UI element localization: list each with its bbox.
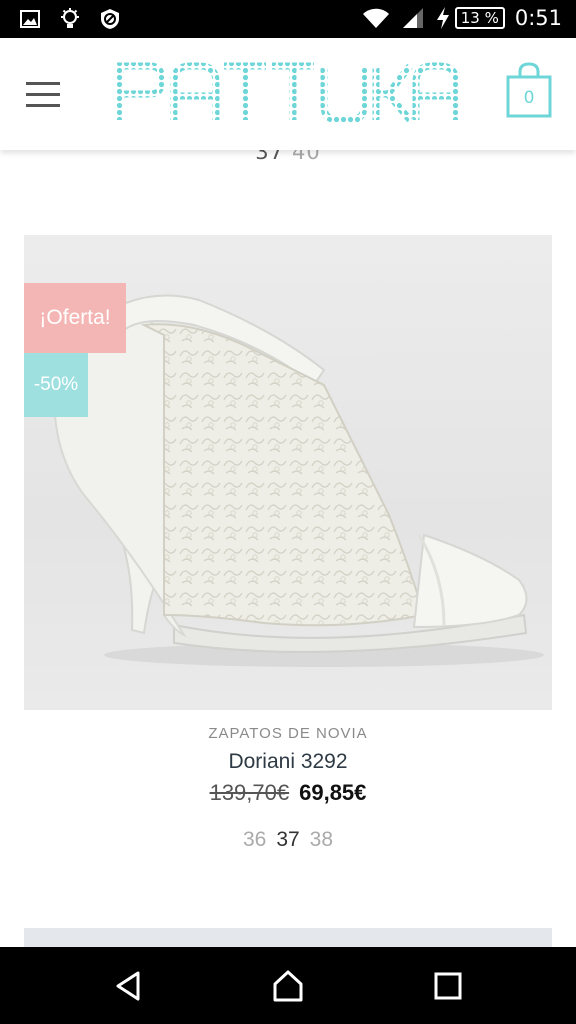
offer-badge: ¡Oferta! — [24, 283, 126, 353]
lightbulb-icon — [61, 8, 79, 28]
charging-icon — [436, 7, 449, 29]
gallery-icon — [20, 10, 40, 28]
size-list: 36 37 38 — [0, 828, 576, 852]
original-price: 139,70€ — [209, 780, 290, 805]
back-icon[interactable] — [112, 969, 146, 1003]
navigation-bar — [0, 947, 576, 1024]
clock: 0:51 — [514, 6, 562, 30]
home-icon[interactable] — [271, 969, 305, 1003]
product-image[interactable]: ¡Oferta! -50% — [24, 235, 552, 710]
product-category[interactable]: ZAPATOS DE NOVIA — [0, 725, 576, 742]
size-option[interactable]: 40 — [292, 150, 321, 164]
size-option[interactable]: 37 — [276, 828, 299, 852]
sale-price: 69,85€ — [299, 780, 367, 805]
blocked-icon — [101, 9, 119, 29]
battery-indicator: 13 % — [435, 6, 505, 30]
discount-badge: -50% — [24, 353, 88, 417]
product-price: 139,70€ 69,85€ — [0, 780, 576, 806]
size-option[interactable]: 38 — [310, 828, 333, 852]
recents-icon[interactable] — [431, 969, 465, 1003]
size-option[interactable]: 37 — [255, 150, 284, 164]
app-header: 0 — [0, 38, 576, 150]
shopping-bag-icon: 0 — [506, 62, 552, 118]
wifi-icon — [362, 8, 389, 28]
cart-button[interactable]: 0 — [506, 62, 552, 118]
product-list[interactable]: 37 40 ¡Oferta! -50% ZAPATOS DE NOVIA Dor… — [0, 150, 576, 947]
next-product-card[interactable] — [24, 928, 552, 947]
product-title[interactable]: Doriani 3292 — [0, 750, 576, 774]
previous-product-sizes: 37 40 — [0, 150, 576, 164]
menu-button[interactable] — [26, 82, 60, 108]
brand-logo[interactable] — [116, 60, 460, 126]
logo-dots-image — [116, 62, 460, 124]
size-option[interactable]: 36 — [243, 828, 266, 852]
battery-percent: 13 % — [454, 7, 505, 29]
status-bar: 13 % 0:51 — [0, 0, 576, 38]
cart-count: 0 — [524, 88, 535, 108]
signal-icon — [402, 8, 423, 28]
